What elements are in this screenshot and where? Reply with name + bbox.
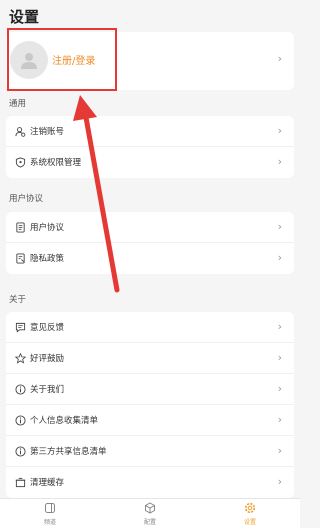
- document-icon: [16, 222, 25, 233]
- cube-icon: [145, 502, 155, 514]
- row-system-permissions[interactable]: 系统权限管理 ›: [6, 147, 294, 178]
- row-label: 关于我们: [30, 385, 65, 395]
- row-label: 意见反馈: [30, 323, 65, 333]
- tab-channel[interactable]: 频道: [0, 499, 100, 528]
- row-rate-us[interactable]: 好评鼓励 ›: [6, 343, 294, 374]
- row-third-party-list[interactable]: 第三方共享信息清单 ›: [6, 436, 294, 467]
- tab-config[interactable]: 配置: [100, 499, 200, 528]
- shield-icon: [15, 157, 26, 168]
- row-about-us[interactable]: 关于我们 ›: [6, 374, 294, 405]
- trash-icon: [15, 477, 26, 488]
- chevron-right-icon: ›: [277, 251, 282, 264]
- user-cancel-icon: [15, 127, 26, 137]
- row-user-agreement[interactable]: 用户协议 ›: [6, 212, 294, 243]
- section-title-about: 关于: [9, 295, 27, 305]
- chevron-right-icon: ›: [277, 351, 282, 364]
- chevron-right-icon: ›: [277, 382, 282, 395]
- row-label: 好评鼓励: [30, 354, 65, 364]
- page-title: 设置: [9, 8, 40, 26]
- tab-settings[interactable]: 设置: [200, 499, 300, 528]
- row-label: 清理缓存: [30, 478, 65, 488]
- annotation-highlight-box: [7, 28, 117, 91]
- star-icon: [15, 353, 26, 364]
- chevron-right-icon: ›: [277, 124, 282, 137]
- info-icon: [15, 384, 26, 395]
- chevron-right-icon: ›: [277, 220, 282, 233]
- row-personal-info-list[interactable]: 个人信息收集清单 ›: [6, 405, 294, 436]
- tab-label: 设置: [243, 519, 256, 526]
- row-privacy-policy[interactable]: 隐私政策 ›: [6, 243, 294, 274]
- tab-label: 配置: [143, 519, 156, 526]
- row-label: 个人信息收集清单: [30, 416, 99, 426]
- privacy-document-icon: [16, 253, 25, 264]
- channel-icon: [45, 503, 55, 513]
- chevron-right-icon: ›: [277, 52, 282, 65]
- about-card: 意见反馈 › 好评鼓励 › 关于我们 › 个人信息收集清单 › 第三方共享信息清…: [6, 312, 294, 498]
- general-card: 注销账号 › 系统权限管理 ›: [6, 116, 294, 178]
- row-label: 注销账号: [30, 127, 65, 137]
- section-title-agreement: 用户协议: [9, 194, 44, 204]
- info-icon: [15, 446, 26, 457]
- info-icon: [15, 415, 26, 426]
- chevron-right-icon: ›: [277, 413, 282, 426]
- chevron-right-icon: ›: [277, 155, 282, 168]
- gear-icon: [244, 502, 256, 514]
- row-label: 系统权限管理: [30, 158, 82, 168]
- chevron-right-icon: ›: [277, 320, 282, 333]
- chevron-right-icon: ›: [277, 444, 282, 457]
- message-icon: [15, 322, 26, 333]
- tab-label: 频道: [43, 519, 56, 526]
- chevron-right-icon: ›: [277, 475, 282, 488]
- bottom-tab-bar: 频道 配置 设置: [0, 498, 300, 528]
- row-label: 用户协议: [30, 223, 65, 233]
- row-feedback[interactable]: 意见反馈 ›: [6, 312, 294, 343]
- agreement-card: 用户协议 › 隐私政策 ›: [6, 212, 294, 274]
- row-label: 第三方共享信息清单: [30, 447, 107, 457]
- row-cancel-account[interactable]: 注销账号 ›: [6, 116, 294, 147]
- section-title-general: 通用: [9, 99, 27, 109]
- row-clear-cache[interactable]: 清理缓存 ›: [6, 467, 294, 498]
- row-label: 隐私政策: [30, 254, 65, 264]
